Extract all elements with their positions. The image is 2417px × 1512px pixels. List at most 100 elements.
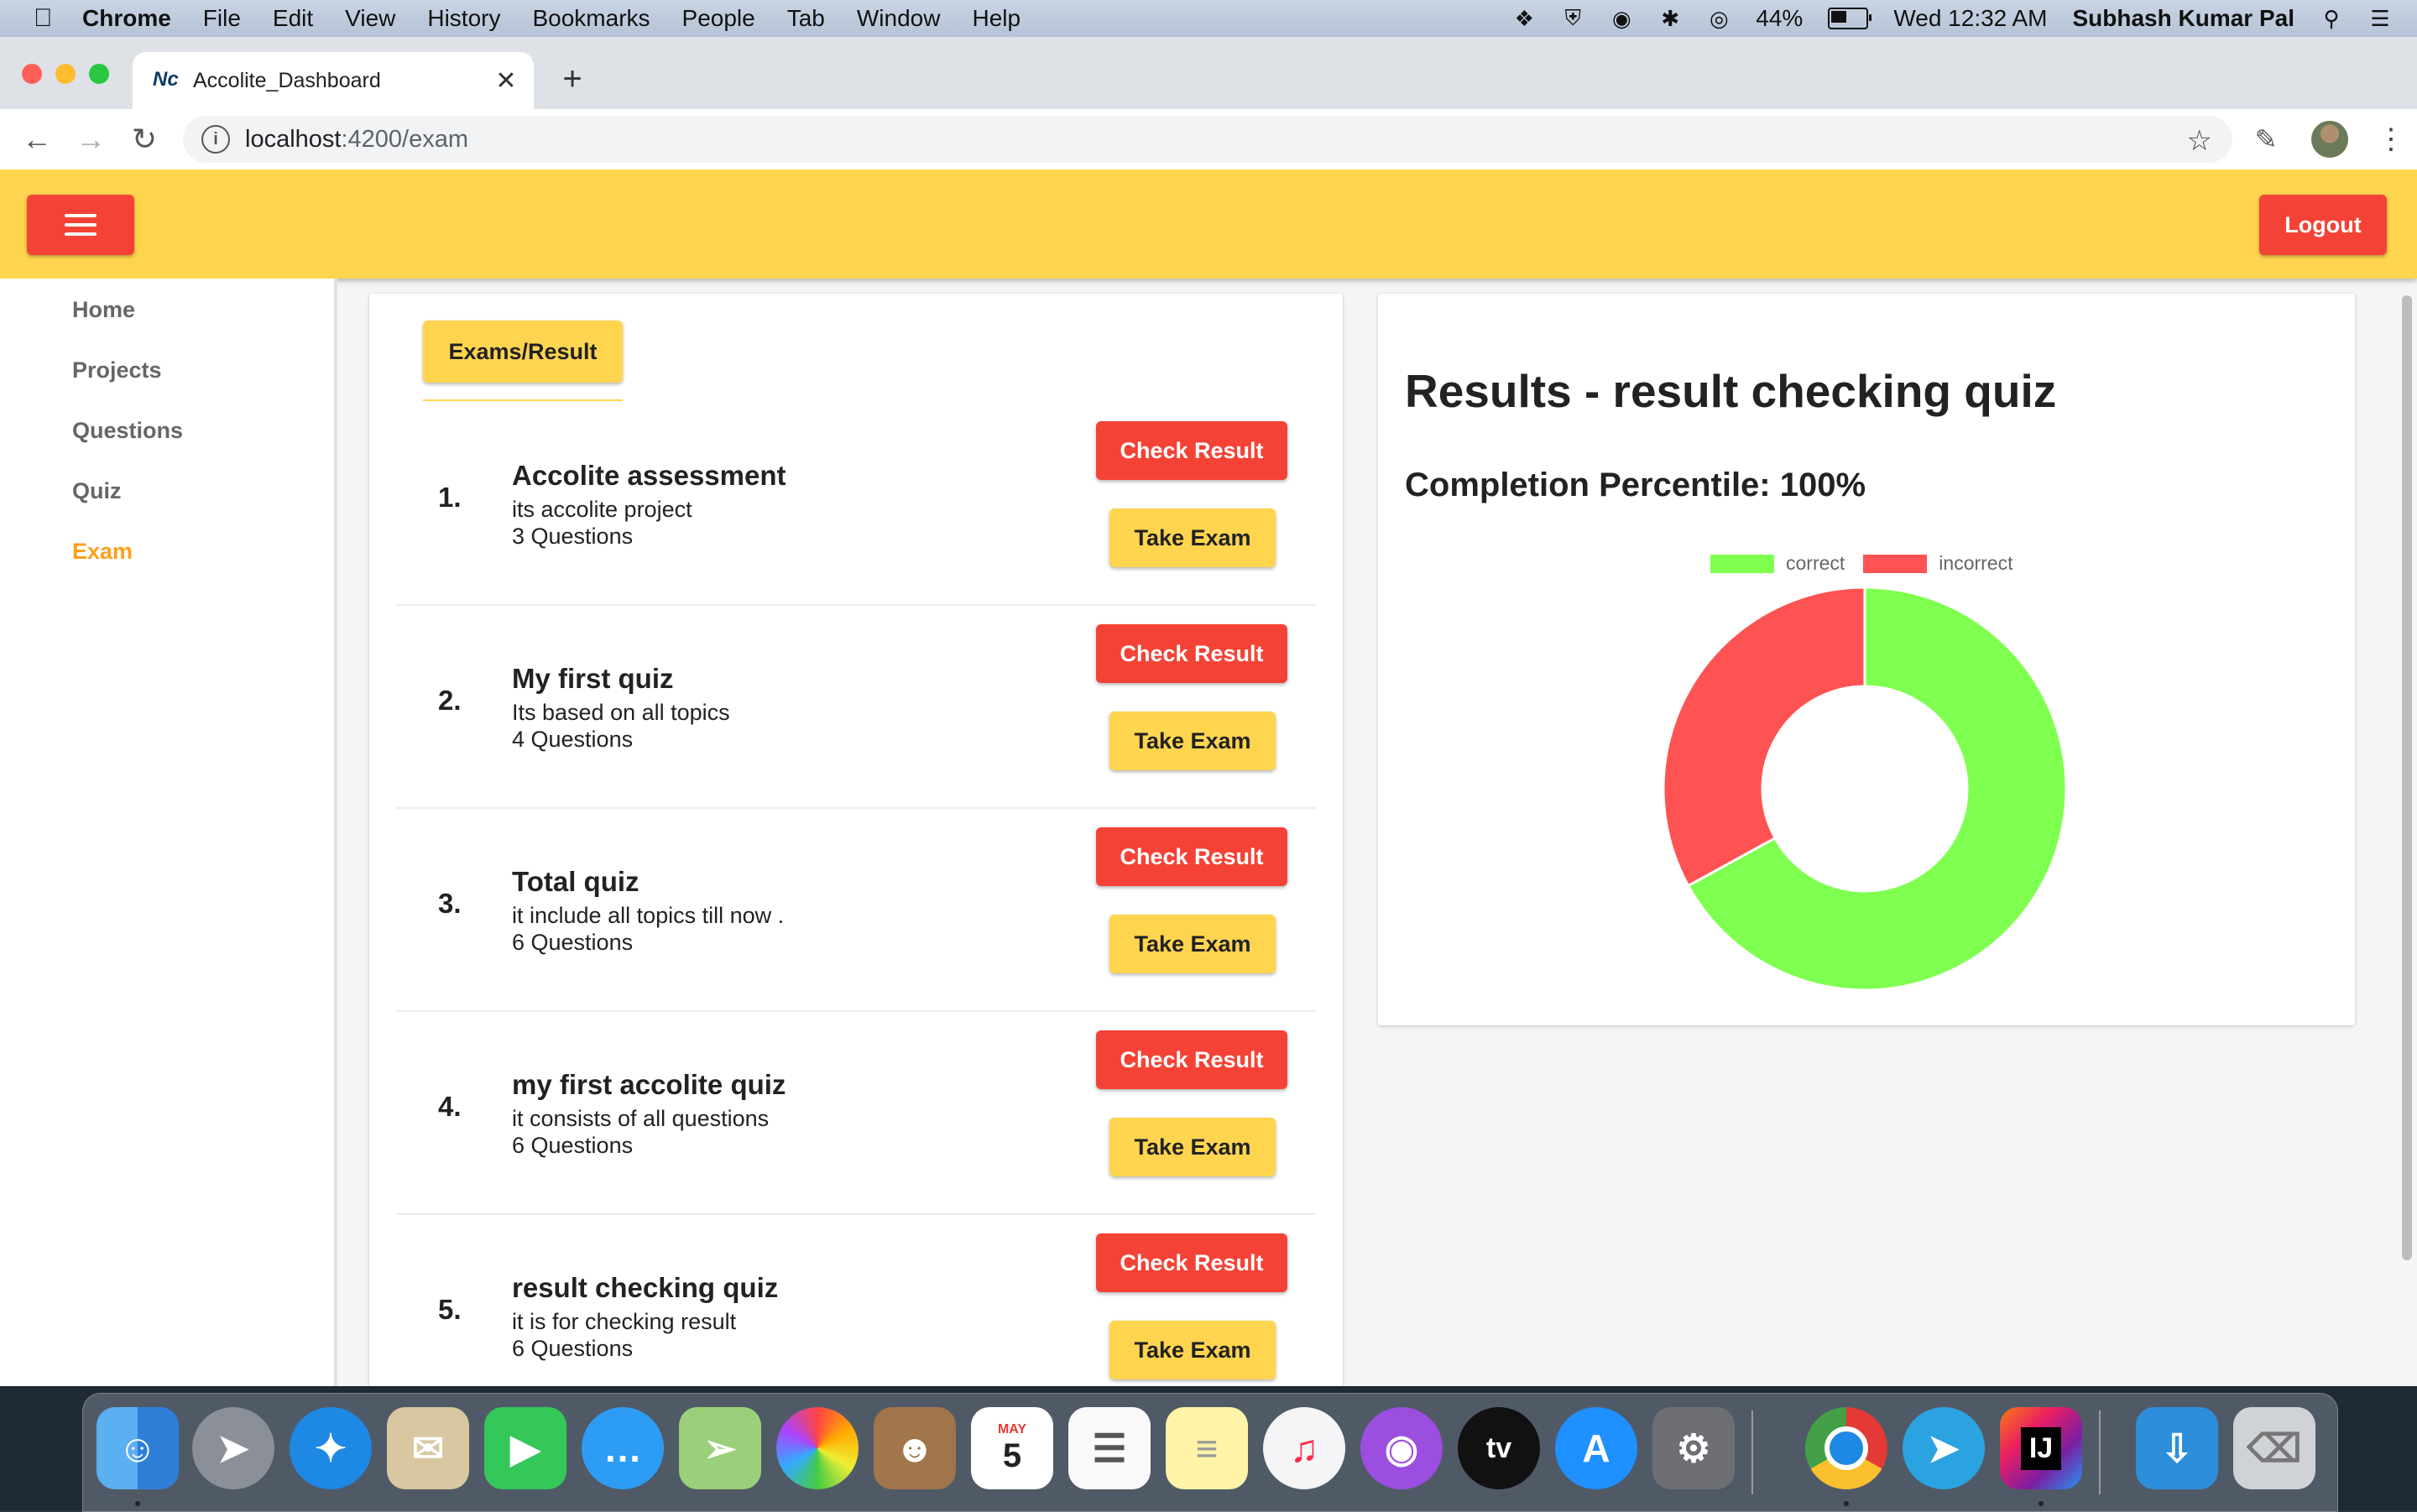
- check-result-button[interactable]: Check Result: [1096, 421, 1287, 480]
- wifi-icon[interactable]: ◎: [1707, 6, 1731, 31]
- profile-avatar[interactable]: [2311, 121, 2348, 158]
- control-center-icon[interactable]: ☰: [2368, 6, 2392, 31]
- exam-name: result checking quiz: [512, 1272, 779, 1303]
- shield-icon[interactable]: ⛨: [1561, 5, 1584, 30]
- minimize-window-icon[interactable]: [55, 64, 76, 84]
- url-text[interactable]: localhost:4200/exam: [245, 126, 468, 154]
- take-exam-button[interactable]: Take Exam: [1109, 915, 1276, 973]
- chrome-icon[interactable]: [1805, 1407, 1887, 1489]
- trash-icon[interactable]: ⌫: [2233, 1407, 2315, 1489]
- vpn-icon[interactable]: ❖: [1512, 6, 1536, 31]
- take-exam-button[interactable]: Take Exam: [1109, 508, 1276, 567]
- extensions-puzzle-icon[interactable]: ✎: [2249, 123, 2283, 155]
- downloads-folder-icon[interactable]: ⇩: [2136, 1407, 2218, 1489]
- site-info-icon[interactable]: i: [201, 125, 230, 154]
- menu-bookmarks[interactable]: Bookmarks: [532, 5, 650, 32]
- app-store-icon[interactable]: A: [1555, 1407, 1637, 1489]
- messages-icon[interactable]: …: [582, 1407, 664, 1489]
- battery-icon[interactable]: [1828, 8, 1872, 29]
- exam-description: it is for checking result: [512, 1309, 737, 1334]
- safari-icon[interactable]: ✦: [290, 1407, 372, 1489]
- reload-icon[interactable]: ↻: [128, 123, 161, 156]
- tv-icon[interactable]: tv: [1458, 1407, 1540, 1489]
- status-area: ❖ ⛨ ◉ ✱ ◎ 44% Wed 12:32 AM Subhash Kumar…: [1512, 0, 2392, 37]
- spotlight-search-icon[interactable]: ⚲: [2320, 6, 2343, 31]
- contacts-icon[interactable]: ☻: [874, 1407, 956, 1489]
- page-scrollbar[interactable]: [2400, 295, 2414, 1260]
- exams-result-tab[interactable]: Exams/Result: [423, 321, 623, 383]
- logout-button[interactable]: Logout: [2259, 195, 2387, 255]
- legend-swatch-correct[interactable]: [1710, 554, 1774, 573]
- exam-question-count: 6 Questions: [512, 930, 634, 955]
- calendar-icon[interactable]: MAY 5: [971, 1407, 1053, 1489]
- user-name[interactable]: Subhash Kumar Pal: [2072, 5, 2294, 32]
- podcasts-icon[interactable]: ◉: [1360, 1407, 1443, 1489]
- check-result-button[interactable]: Check Result: [1096, 827, 1287, 886]
- back-icon[interactable]: ←: [20, 123, 54, 156]
- sidebar-item-home[interactable]: Home: [72, 297, 135, 323]
- results-title: Results - result checking quiz: [1405, 365, 2057, 417]
- sidebar-item-projects[interactable]: Projects: [72, 357, 162, 383]
- calendar-day: 5: [1002, 1436, 1022, 1474]
- results-card: Results - result checking quiz Completio…: [1378, 294, 2355, 1025]
- finder-icon[interactable]: ☺: [97, 1407, 179, 1489]
- new-tab-icon[interactable]: +: [556, 62, 589, 96]
- menu-view[interactable]: View: [345, 5, 395, 32]
- notes-icon[interactable]: ≡: [1166, 1407, 1248, 1489]
- menu-history[interactable]: History: [427, 5, 500, 32]
- menu-edit[interactable]: Edit: [273, 5, 313, 32]
- check-result-button[interactable]: Check Result: [1096, 1233, 1287, 1292]
- bookmark-star-icon[interactable]: ☆: [2187, 124, 2212, 158]
- intellij-idea-icon[interactable]: IJ: [2000, 1407, 2082, 1489]
- bluetooth-icon[interactable]: ✱: [1658, 6, 1682, 31]
- hamburger-icon-line: [65, 223, 97, 227]
- launchpad-icon[interactable]: ➤: [192, 1407, 274, 1489]
- chrome-menu-icon[interactable]: ⋮: [2377, 123, 2405, 156]
- close-tab-icon[interactable]: ✕: [493, 66, 519, 96]
- maps-icon[interactable]: ➢: [679, 1407, 761, 1489]
- facetime-icon[interactable]: ▶: [484, 1407, 566, 1489]
- menu-file[interactable]: File: [203, 5, 241, 32]
- check-result-button[interactable]: Check Result: [1096, 624, 1287, 683]
- reminders-icon[interactable]: ☰: [1068, 1407, 1151, 1489]
- calendar-month: MAY: [997, 1421, 1027, 1436]
- exam-number: 5.: [438, 1294, 462, 1325]
- exam-number: 2.: [438, 685, 462, 716]
- menu-chrome[interactable]: Chrome: [82, 5, 171, 32]
- forward-icon[interactable]: →: [74, 123, 107, 156]
- menu-toggle-button[interactable]: [27, 195, 134, 255]
- battery-percent: 44%: [1756, 5, 1804, 31]
- take-exam-button[interactable]: Take Exam: [1109, 1118, 1276, 1176]
- system-preferences-icon[interactable]: ⚙: [1652, 1407, 1735, 1489]
- take-exam-button[interactable]: Take Exam: [1109, 1321, 1276, 1379]
- music-icon[interactable]: ♫: [1263, 1407, 1345, 1489]
- telegram-icon[interactable]: ➤: [1903, 1407, 1985, 1489]
- close-window-icon[interactable]: [22, 64, 42, 84]
- menu-tab[interactable]: Tab: [787, 5, 825, 32]
- photos-icon[interactable]: [776, 1407, 859, 1489]
- favicon-icon: Nc: [153, 68, 179, 91]
- browser-tab[interactable]: Nc Accolite_Dashboard ✕: [133, 52, 534, 109]
- exam-row: 5. result checking quiz it is for checki…: [396, 1213, 1316, 1386]
- exam-question-count: 6 Questions: [512, 1133, 634, 1158]
- exam-row: 1. Accolite assessment its accolite proj…: [396, 401, 1316, 606]
- mail-icon[interactable]: ✉: [387, 1407, 469, 1489]
- clock[interactable]: Wed 12:32 AM: [1893, 5, 2047, 32]
- check-result-button[interactable]: Check Result: [1096, 1030, 1287, 1089]
- sidebar-item-exam[interactable]: Exam: [72, 539, 133, 565]
- legend-swatch-incorrect[interactable]: [1863, 554, 1928, 573]
- donut-slice-incorrect[interactable]: [1662, 586, 1866, 888]
- address-bar[interactable]: i localhost:4200/exam ☆: [183, 116, 2232, 163]
- scrollbar-thumb[interactable]: [2402, 295, 2412, 1260]
- take-exam-button[interactable]: Take Exam: [1109, 712, 1276, 770]
- zoom-window-icon[interactable]: [89, 64, 109, 84]
- exam-number: 4.: [438, 1091, 462, 1122]
- menu-window[interactable]: Window: [857, 5, 941, 32]
- sidebar-item-quiz[interactable]: Quiz: [72, 478, 122, 504]
- sidebar-item-questions[interactable]: Questions: [72, 418, 183, 444]
- dock-separator: [2099, 1410, 2101, 1494]
- binoculars-icon[interactable]: ◉: [1610, 6, 1633, 31]
- apple-menu-icon[interactable]: : [34, 6, 53, 31]
- menu-people[interactable]: People: [682, 5, 755, 32]
- menu-help[interactable]: Help: [972, 5, 1021, 32]
